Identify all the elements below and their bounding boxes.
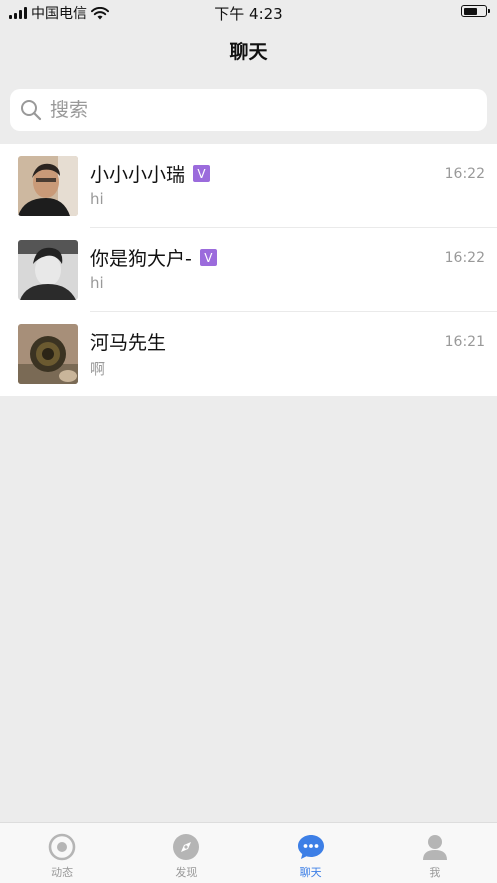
chat-preview: 啊 — [90, 360, 106, 378]
chat-bubble-icon — [297, 835, 324, 859]
search-icon — [21, 100, 42, 121]
chat-name: 小小小小瑞 — [90, 164, 186, 186]
chat-time: 16:21 — [444, 334, 485, 350]
battery-icon — [461, 5, 490, 17]
tab-label: 发现 — [175, 866, 198, 879]
target-icon — [48, 833, 76, 861]
page-title: 聊天 — [229, 41, 268, 63]
tab-label: 动态 — [51, 866, 74, 879]
search-input[interactable] — [48, 98, 452, 122]
chat-row[interactable]: 你是狗大户- V 16:22 hi — [0, 228, 497, 312]
tab-chat[interactable]: 聊天 — [249, 823, 373, 883]
tab-label: 聊天 — [299, 866, 322, 879]
status-bar: 中国电信 下午 4:23 — [0, 0, 497, 24]
chat-name-line: 小小小小瑞 V — [90, 160, 211, 187]
tab-label: 我 — [429, 866, 441, 879]
chat-time: 16:22 — [444, 166, 485, 182]
chat-name: 你是狗大户- — [90, 248, 192, 270]
chat-name-line: 河马先生 — [90, 328, 166, 355]
chat-time: 16:22 — [444, 250, 485, 266]
chat-row[interactable]: 小小小小瑞 V 16:22 hi — [0, 144, 497, 228]
chat-name-line: 你是狗大户- V — [90, 244, 217, 271]
chat-preview: hi — [90, 190, 104, 208]
chat-row[interactable]: 河马先生 16:21 啊 — [0, 312, 497, 396]
person-icon — [422, 835, 447, 860]
avatar[interactable] — [18, 324, 78, 384]
vip-badge: V — [193, 165, 211, 182]
chat-list: 小小小小瑞 V 16:22 hi 你是狗大户- V 16:22 hi 河马先生 … — [0, 144, 497, 396]
tab-bar: 动态 发现 聊天 我 — [0, 822, 497, 883]
battery-level — [463, 7, 477, 15]
status-time: 下午 4:23 — [214, 5, 283, 23]
avatar[interactable] — [18, 240, 78, 300]
compass-icon — [173, 834, 200, 860]
tab-discover[interactable]: 发现 — [124, 823, 248, 883]
avatar[interactable] — [18, 156, 78, 216]
chat-preview: hi — [90, 274, 104, 292]
tab-me[interactable]: 我 — [373, 823, 497, 883]
chat-name: 河马先生 — [90, 332, 167, 354]
search-bar[interactable] — [10, 89, 487, 131]
tab-feed[interactable]: 动态 — [0, 823, 124, 883]
vip-badge: V — [199, 249, 217, 266]
